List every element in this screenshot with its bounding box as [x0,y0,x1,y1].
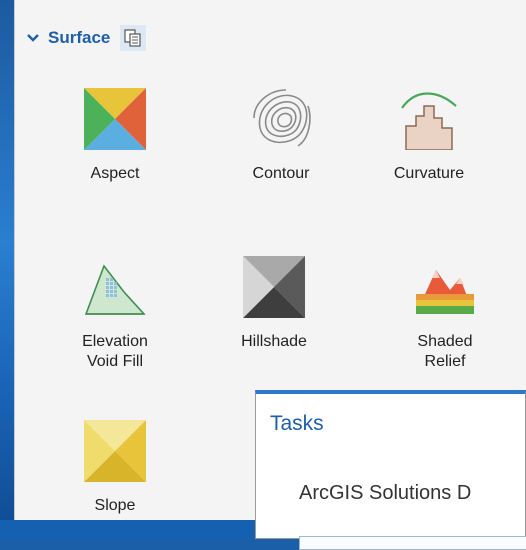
tool-curvature[interactable]: Curvature [369,88,489,184]
slope-icon [84,420,146,482]
tool-hillshade[interactable]: Hillshade [214,256,334,352]
tool-elevation-void-fill[interactable]: Elevation Void Fill [55,256,175,372]
tasks-item-box[interactable] [299,536,526,550]
aspect-icon [84,88,146,150]
tasks-pane: Tasks ArcGIS Solutions D [255,390,526,550]
contour-icon [253,89,311,147]
tool-label: Contour [252,165,310,182]
tool-label: Aspect [90,165,140,182]
tool-contour[interactable]: Contour [221,88,341,184]
tool-label: Elevation Void Fill [82,333,148,370]
tool-label: Curvature [393,165,465,182]
tool-slope[interactable]: Slope [55,420,175,516]
chevron-down-icon[interactable] [26,31,40,45]
desktop-background [0,0,14,539]
tasks-item-arcgis-solutions[interactable]: ArcGIS Solutions D [299,482,471,505]
copy-button[interactable] [120,25,147,51]
tool-shaded-relief[interactable]: Shaded Relief [385,256,505,372]
group-title: Surface [48,28,111,47]
tool-label: Hillshade [241,333,307,350]
elevation-void-fill-icon [84,264,146,315]
shaded-relief-icon [416,270,474,314]
tool-label: Shaded Relief [417,333,473,370]
hillshade-icon [243,256,305,318]
surface-group-header[interactable]: Surface [26,24,147,52]
tool-aspect[interactable]: Aspect [55,88,175,184]
copy-icon [124,29,141,47]
tool-label: Slope [94,497,136,514]
tasks-title: Tasks [270,412,324,435]
curvature-icon [401,92,457,150]
